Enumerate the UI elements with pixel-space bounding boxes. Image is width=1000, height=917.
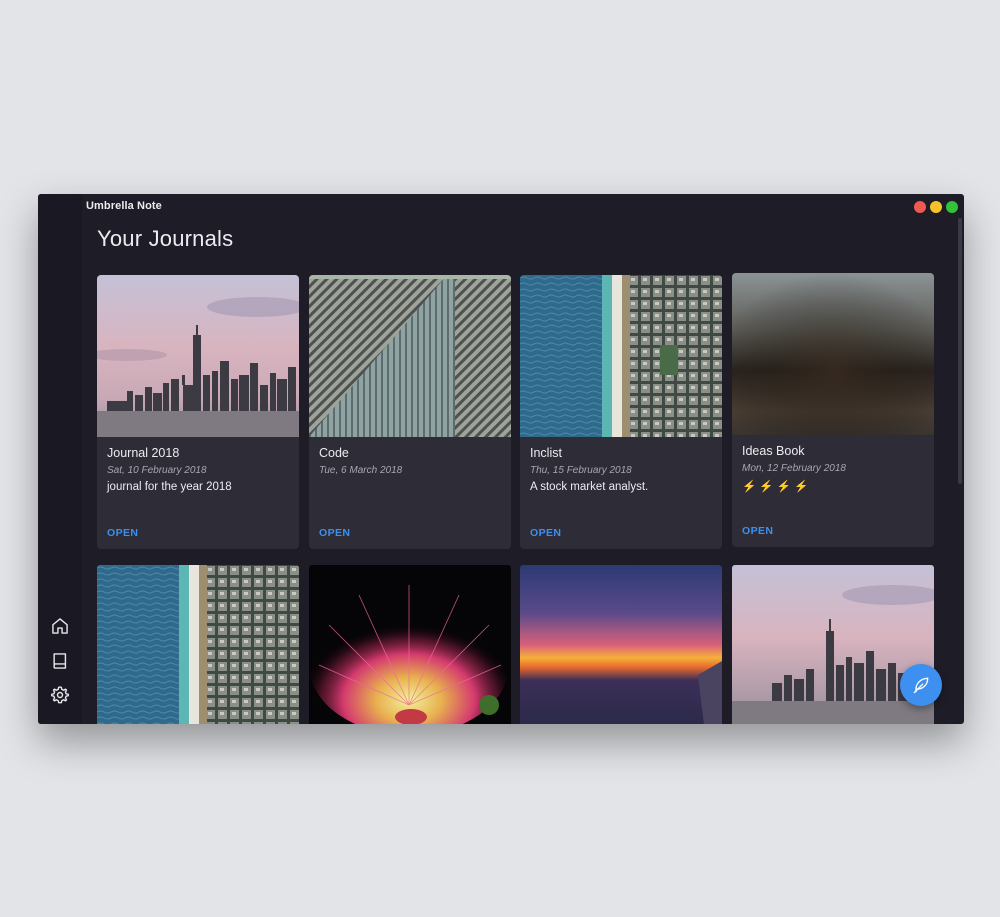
sidebar-item-home[interactable] [49, 615, 71, 637]
scrollbar[interactable] [958, 218, 962, 484]
journal-card[interactable] [97, 565, 299, 724]
gear-icon [51, 686, 69, 704]
app-window: Umbrella Note Your Journals Journal 2018… [38, 194, 964, 724]
journal-title: Inclist [530, 446, 562, 460]
journal-description: journal for the year 2018 [107, 481, 232, 493]
window-controls [914, 201, 958, 213]
app-title: Umbrella Note [86, 200, 162, 212]
journal-card[interactable] [520, 565, 722, 724]
journal-card[interactable]: Ideas Book Mon, 12 February 2018 ⚡⚡⚡⚡ OP… [732, 273, 934, 547]
new-journal-button[interactable] [900, 664, 942, 706]
page-title: Your Journals [97, 226, 234, 251]
journal-card[interactable]: Journal 2018 Sat, 10 February 2018 journ… [97, 275, 299, 549]
journal-date: Tue, 6 March 2018 [319, 465, 403, 476]
journal-title: Journal 2018 [107, 446, 180, 460]
journal-date: Thu, 15 February 2018 [530, 465, 632, 476]
journal-cover-image [97, 275, 299, 437]
journal-cover-image [520, 275, 722, 437]
journal-card[interactable] [732, 565, 934, 724]
open-button[interactable]: OPEN [530, 527, 561, 539]
open-button[interactable]: OPEN [319, 527, 350, 539]
journal-card[interactable] [309, 565, 511, 724]
journal-cover-image [732, 565, 934, 724]
journal-title: Ideas Book [742, 444, 805, 458]
journal-cover-image [732, 273, 934, 435]
home-icon [52, 618, 68, 634]
feather-icon [913, 677, 929, 694]
book-icon [53, 653, 67, 669]
sidebar [38, 194, 82, 724]
open-button[interactable]: OPEN [107, 527, 138, 539]
minimize-button[interactable] [930, 201, 942, 213]
journal-cover-image [309, 275, 511, 437]
journal-description: ⚡⚡⚡⚡ [742, 481, 812, 493]
sidebar-item-journals[interactable] [49, 650, 71, 672]
journal-card[interactable]: Inclist Thu, 15 February 2018 A stock ma… [520, 275, 722, 549]
journal-card[interactable]: Code Tue, 6 March 2018 OPEN [309, 275, 511, 549]
open-button[interactable]: OPEN [742, 525, 773, 537]
sidebar-item-settings[interactable] [49, 684, 71, 706]
maximize-button[interactable] [946, 201, 958, 213]
journal-cover-image [520, 565, 722, 724]
journal-date: Sat, 10 February 2018 [107, 465, 207, 476]
journal-date: Mon, 12 February 2018 [742, 463, 846, 474]
close-button[interactable] [914, 201, 926, 213]
journal-description: A stock market analyst. [530, 481, 649, 493]
title-bar: Umbrella Note [82, 194, 964, 218]
journal-cover-image [97, 565, 299, 724]
journal-title: Code [319, 446, 349, 460]
journal-cover-image [309, 565, 511, 724]
